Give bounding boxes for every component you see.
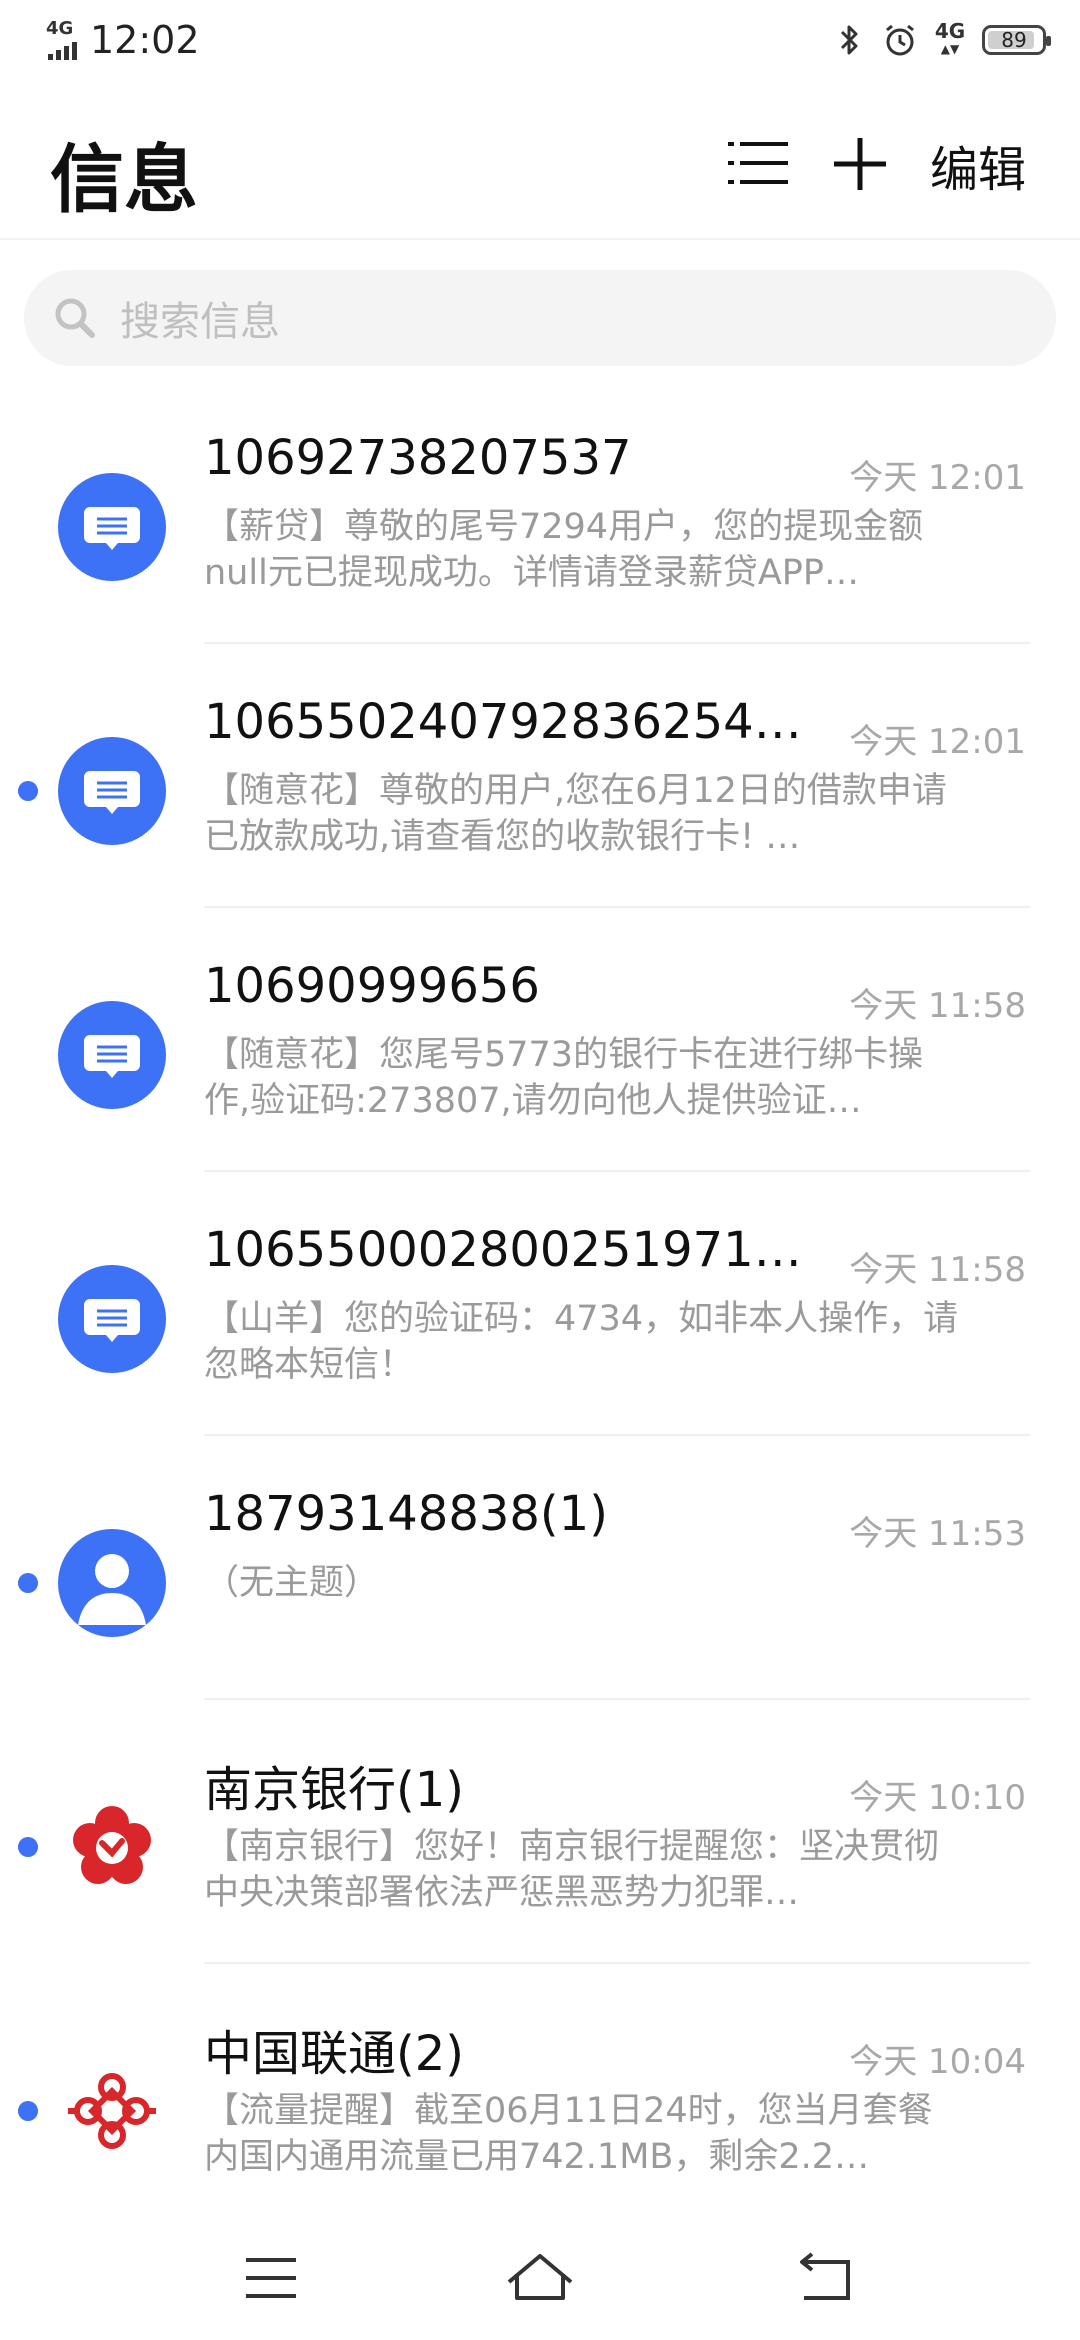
message-preview: （无主题）: [204, 1563, 380, 1603]
unread-dot: [18, 1573, 38, 1593]
message-bubble-icon: [58, 1265, 166, 1373]
list-item[interactable]: 106550002800251971… 今天 11:58 【山羊】您的验证码：4…: [0, 1172, 1080, 1436]
message-time: 今天 12:01: [849, 722, 1026, 762]
message-time: 今天 11:58: [849, 986, 1026, 1026]
unread-dot: [18, 781, 38, 801]
message-bubble-icon: [58, 737, 166, 845]
battery-icon: 89: [982, 25, 1051, 55]
search-icon: [50, 293, 100, 343]
navigation-bar: [0, 2220, 1080, 2340]
nav-home-icon[interactable]: [505, 2246, 575, 2310]
china-unicom-logo: [58, 2057, 166, 2165]
sender-name: 10690999656: [204, 958, 540, 1014]
battery-level: 89: [1001, 28, 1027, 52]
sender-name: 南京银行(1): [204, 1762, 464, 1818]
message-preview: 【随意花】您尾号5773的银行卡在进行绑卡操作,验证码:273807,请勿向他人…: [204, 1035, 924, 1121]
status-time: 12:02: [90, 18, 200, 62]
plus-icon[interactable]: [830, 134, 890, 194]
message-preview: 【南京银行】您好！南京银行提醒您：坚决贯彻中央决策部署依法严惩黑恶势力犯罪…: [204, 1827, 940, 1913]
edit-button[interactable]: 编辑: [930, 130, 1026, 200]
sender-name: 中国联通(2): [204, 2026, 464, 2082]
bluetooth-icon: [832, 20, 868, 60]
signal-icon: 4G: [44, 18, 84, 62]
nav-menu-icon[interactable]: [236, 2246, 306, 2310]
list-item[interactable]: 106550240792836254… 今天 12:01 【随意花】尊敬的用户,…: [0, 644, 1080, 908]
message-list: 10692738207537 今天 12:01 【薪贷】尊敬的尾号7294用户，…: [0, 380, 1080, 2228]
unread-dot: [18, 2101, 38, 2121]
message-preview: 【随意花】尊敬的用户,您在6月12日的借款申请已放款成功,请查看您的收款银行卡!…: [204, 771, 947, 857]
list-item[interactable]: 南京银行(1) 今天 10:10 【南京银行】您好！南京银行提醒您：坚决贯彻中央…: [0, 1700, 1080, 1964]
sender-name: 10692738207537: [204, 430, 632, 486]
list-item[interactable]: 中国联通(2) 今天 10:04 【流量提醒】截至06月11日24时，您当月套餐…: [0, 1964, 1080, 2228]
list-item[interactable]: 18793148838(1) 今天 11:53 （无主题）: [0, 1436, 1080, 1700]
messages-screen: 4G 12:02 4G ▲▼ 89 信息 编辑 搜索信息 10692738207…: [0, 0, 1080, 2340]
list-menu-icon[interactable]: [726, 138, 790, 188]
network-4g-icon: 4G ▲▼: [934, 19, 966, 56]
list-item[interactable]: 10690999656 今天 11:58 【随意花】您尾号5773的银行卡在进行…: [0, 908, 1080, 1172]
sender-name: 106550240792836254…: [204, 694, 802, 750]
message-bubble-icon: [58, 1001, 166, 1109]
alarm-icon: [882, 20, 918, 60]
message-preview: 【流量提醒】截至06月11日24时，您当月套餐内国内通用流量已用742.1MB，…: [204, 2091, 933, 2177]
list-item[interactable]: 10692738207537 今天 12:01 【薪贷】尊敬的尾号7294用户，…: [0, 380, 1080, 644]
page-title: 信息: [50, 137, 198, 223]
search-input[interactable]: 搜索信息: [24, 270, 1056, 366]
sender-name: 106550002800251971…: [204, 1222, 802, 1278]
message-preview: 【薪贷】尊敬的尾号7294用户，您的提现金额null元已提现成功。详情请登录薪贷…: [204, 507, 924, 593]
person-icon: [58, 1529, 166, 1637]
message-time: 今天 12:01: [849, 458, 1026, 498]
sender-name: 18793148838(1): [204, 1486, 608, 1542]
message-time: 今天 11:53: [849, 1514, 1026, 1554]
message-bubble-icon: [58, 473, 166, 581]
message-time: 今天 10:04: [849, 2042, 1026, 2082]
search-placeholder: 搜索信息: [120, 299, 280, 345]
message-preview: 【山羊】您的验证码：4734，如非本人操作，请忽略本短信！: [204, 1299, 959, 1385]
app-header: 信息 编辑: [0, 84, 1080, 240]
status-bar: 4G 12:02 4G ▲▼ 89: [0, 0, 1080, 84]
unread-dot: [18, 1837, 38, 1857]
nav-back-icon[interactable]: [790, 2246, 860, 2310]
message-time: 今天 11:58: [849, 1250, 1026, 1290]
bank-of-nanjing-logo: [58, 1793, 166, 1901]
message-time: 今天 10:10: [849, 1778, 1026, 1818]
